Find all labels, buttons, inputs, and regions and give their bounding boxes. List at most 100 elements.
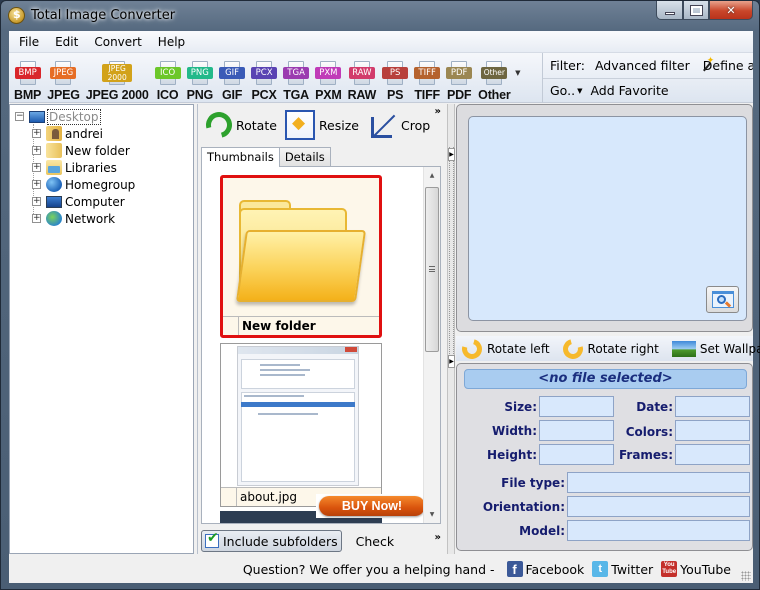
bottom-overflow-button[interactable]: » xyxy=(435,532,441,543)
crop-button[interactable]: Crop xyxy=(367,110,430,140)
format-tag: PNG xyxy=(186,67,213,79)
wallpaper-icon xyxy=(671,340,696,357)
tab-details[interactable]: Details xyxy=(278,147,331,166)
tree-item-andrei[interactable]: + andrei xyxy=(32,125,103,142)
zoom-preview-button[interactable] xyxy=(706,286,739,313)
rotate-left-button[interactable]: Rotate left xyxy=(458,334,550,363)
tree-item-computer[interactable]: + Computer xyxy=(32,193,125,210)
format-tag: TGA xyxy=(283,67,310,79)
resize-label: Resize xyxy=(318,117,359,133)
format-button-bmp[interactable]: BMP BMP xyxy=(11,61,44,102)
resize-button[interactable]: Resize xyxy=(284,110,359,140)
close-button[interactable]: ✕ xyxy=(709,1,753,20)
rotate-button[interactable]: Rotate xyxy=(201,107,277,143)
tree-label: andrei xyxy=(65,126,103,141)
format-toolbar: BMP BMP JPEG JPEG JPEG 2000 JPEG 2000 ICO ICO PN… xyxy=(11,53,521,103)
width-label: Width: xyxy=(491,424,537,438)
panel-splitter[interactable]: ▶ ▶ xyxy=(447,104,455,554)
tree-item-network[interactable]: + Network xyxy=(32,210,115,227)
title-bar[interactable]: Total Image Converter ✕ xyxy=(1,1,759,31)
tab-thumbnails[interactable]: Thumbnails xyxy=(201,147,280,167)
add-favorite-button[interactable]: Add Favorite xyxy=(590,83,668,98)
resize-grip[interactable] xyxy=(741,571,751,581)
expand-icon[interactable]: + xyxy=(32,163,41,172)
file-format-icon: Other xyxy=(481,61,508,87)
scroll-up-icon[interactable]: ▲ xyxy=(424,167,440,184)
thumbnail-item[interactable]: about.jpg xyxy=(220,343,382,507)
minimize-button[interactable] xyxy=(656,1,683,20)
scroll-thumb[interactable] xyxy=(425,187,439,352)
set-wallpaper-button[interactable]: Set Wallpaper xyxy=(671,340,760,357)
format-label: PXM xyxy=(315,88,342,102)
file-format-icon: TIFF xyxy=(414,61,441,87)
buy-now-button[interactable]: BUY Now! xyxy=(319,496,425,516)
facebook-link[interactable]: f Facebook xyxy=(506,561,584,577)
format-label: ICO xyxy=(156,88,179,102)
format-button-other[interactable]: Other Other ▼ xyxy=(475,61,521,102)
tree-item-libraries[interactable]: + Libraries xyxy=(32,159,117,176)
format-label: RAW xyxy=(347,88,377,102)
folder-tree[interactable]: − Desktop + andrei + New folder + Librar… xyxy=(9,104,194,554)
crop-label: Crop xyxy=(401,117,431,133)
rotate-icon xyxy=(201,107,237,143)
format-button-jpeg-2000[interactable]: JPEG 2000 JPEG 2000 xyxy=(83,61,152,102)
format-button-jpeg[interactable]: JPEG JPEG xyxy=(44,61,83,102)
splitter-arrow-icon[interactable]: ▶ xyxy=(448,148,455,161)
maximize-button[interactable] xyxy=(683,1,709,20)
format-tag: PCX xyxy=(251,67,278,79)
expand-icon[interactable]: + xyxy=(32,214,41,223)
menu-help[interactable]: Help xyxy=(150,31,193,53)
format-button-tiff[interactable]: TIFF TIFF xyxy=(411,61,443,102)
splitter-grip[interactable] xyxy=(449,147,454,362)
view-tabs: Thumbnails Details xyxy=(201,147,331,167)
tree-item-desktop[interactable]: − Desktop xyxy=(15,108,101,125)
format-button-png[interactable]: PNG PNG xyxy=(184,61,217,102)
dropdown-arrow-icon[interactable]: ▼ xyxy=(577,87,582,95)
edit-toolbar: Rotate Resize Crop » xyxy=(198,104,447,146)
checkbox-checked-icon xyxy=(205,530,219,548)
splitter-arrow-icon[interactable]: ▶ xyxy=(448,355,455,368)
expand-icon[interactable]: + xyxy=(32,197,41,206)
folder-icon xyxy=(235,200,367,306)
menu-file[interactable]: File xyxy=(11,31,47,53)
thumbnail-view[interactable]: New folder about.jpg BUY Now! ▲ ▼ xyxy=(201,166,441,524)
include-subfolders-label: Include subfolders xyxy=(223,533,338,549)
format-button-pxm[interactable]: PXM PXM xyxy=(312,61,345,102)
toolbar-overflow-button[interactable]: » xyxy=(435,106,441,117)
menu-convert[interactable]: Convert xyxy=(86,31,149,53)
thumbnail-item[interactable]: New folder xyxy=(220,175,382,338)
dropdown-arrow-icon[interactable]: ▼ xyxy=(515,69,520,77)
format-button-raw[interactable]: RAW RAW xyxy=(345,61,380,102)
go-button[interactable]: Go.. xyxy=(550,83,575,98)
tree-item-homegroup[interactable]: + Homegroup xyxy=(32,176,135,193)
scroll-down-icon[interactable]: ▼ xyxy=(424,506,440,523)
format-tag: BMP xyxy=(14,67,41,79)
twitter-label: Twitter xyxy=(611,561,654,577)
expand-icon[interactable]: + xyxy=(32,146,41,155)
check-button[interactable]: Check xyxy=(356,534,394,549)
format-button-ico[interactable]: ICO ICO xyxy=(152,61,184,102)
format-button-tga[interactable]: TGA TGA xyxy=(280,61,312,102)
vertical-scrollbar[interactable]: ▲ ▼ xyxy=(423,167,440,523)
include-subfolders-toggle[interactable]: Include subfolders xyxy=(201,530,342,552)
rotate-left-icon xyxy=(458,334,486,363)
advanced-filter-button[interactable]: Advanced filter xyxy=(595,58,690,73)
format-button-pcx[interactable]: PCX PCX xyxy=(248,61,280,102)
expand-icon[interactable]: + xyxy=(32,180,41,189)
collapse-icon[interactable]: − xyxy=(15,112,24,121)
expand-icon[interactable]: + xyxy=(32,129,41,138)
youtube-link[interactable]: You Tube YouTube xyxy=(661,561,731,577)
homegroup-icon xyxy=(46,177,62,192)
format-button-ps[interactable]: PS PS xyxy=(379,61,411,102)
format-button-pdf[interactable]: PDF PDF xyxy=(443,61,475,102)
computer-icon xyxy=(46,195,62,208)
rotate-right-button[interactable]: Rotate right xyxy=(558,334,659,363)
format-tag: RAW xyxy=(348,67,375,79)
twitter-link[interactable]: t Twitter xyxy=(592,561,653,577)
menu-edit[interactable]: Edit xyxy=(47,31,86,53)
tree-item-new-folder[interactable]: + New folder xyxy=(32,142,130,159)
format-button-gif[interactable]: GIF GIF xyxy=(216,61,248,102)
rotate-right-label: Rotate right xyxy=(587,341,659,356)
format-tag: PXM xyxy=(315,67,342,79)
format-tag: Other xyxy=(481,67,508,79)
